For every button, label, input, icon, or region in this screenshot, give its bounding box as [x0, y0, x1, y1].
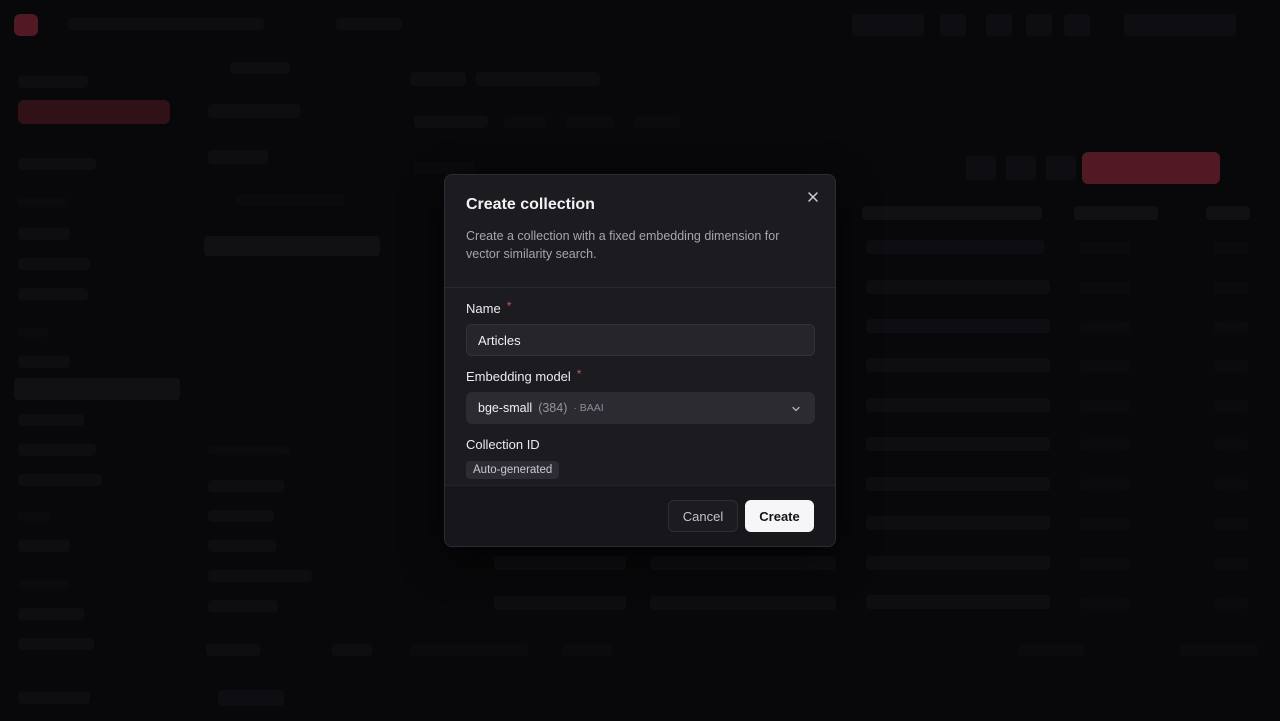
name-input[interactable] [466, 324, 815, 356]
collection-id-field: Collection ID Auto-generated [466, 437, 814, 479]
cancel-button[interactable]: Cancel [668, 500, 738, 532]
auto-generated-badge: Auto-generated [466, 461, 560, 479]
selected-model-name: bge-small [478, 401, 533, 415]
embedding-model-select[interactable]: bge-small (384) · BAAI [466, 392, 815, 424]
dialog-footer: Cancel Create [445, 485, 835, 546]
close-icon [808, 192, 818, 202]
required-mark: * [506, 299, 512, 313]
create-button[interactable]: Create [745, 500, 814, 532]
dialog-body: Name * Embedding model * bge-small (384)… [445, 288, 835, 479]
embedding-model-field: Embedding model * bge-small (384) · BAAI [466, 367, 815, 424]
close-button[interactable] [803, 187, 823, 207]
collection-id-label-text: Collection ID [466, 437, 540, 452]
chevron-down-icon [792, 406, 800, 412]
dialog-title: Create collection [466, 196, 595, 213]
name-field: Name * [466, 299, 815, 356]
dialog-header: Create collection Create a collection wi… [445, 175, 835, 288]
dialog-description: Create a collection with a fixed embeddi… [466, 229, 780, 261]
name-label: Name * [466, 299, 814, 317]
create-collection-dialog: Create collection Create a collection wi… [444, 174, 836, 547]
name-label-text: Name [466, 301, 501, 316]
embedding-model-label: Embedding model * [466, 367, 814, 385]
collection-id-label: Collection ID [466, 437, 814, 453]
embedding-model-label-text: Embedding model [466, 369, 571, 384]
selected-model-provider: · BAAI [573, 402, 604, 414]
selected-model-dimension: (384) [538, 401, 568, 415]
required-mark: * [576, 367, 582, 381]
